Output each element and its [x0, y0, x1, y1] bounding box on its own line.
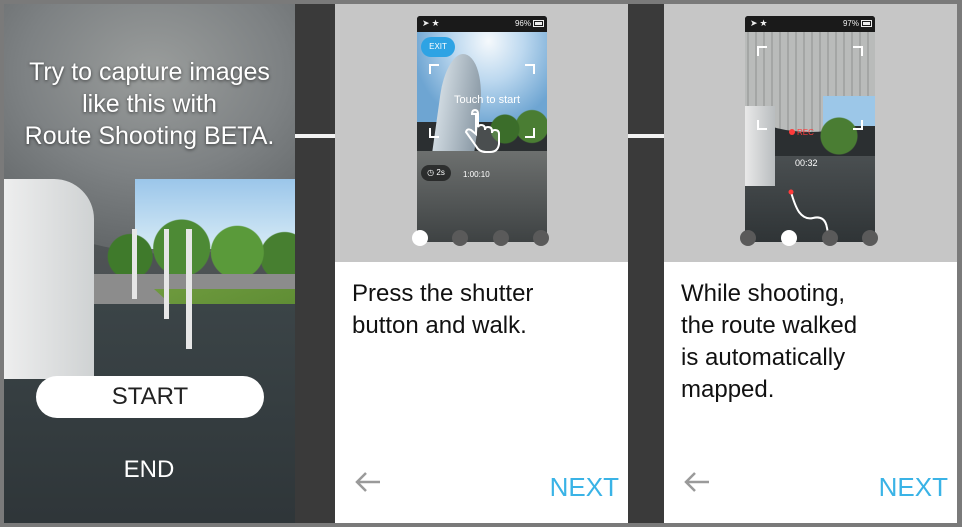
- divider-line: [295, 134, 335, 138]
- battery-percent: 97%: [842, 19, 859, 28]
- start-button[interactable]: START: [36, 376, 264, 418]
- battery-icon: [861, 20, 872, 27]
- route-start-point: [788, 189, 794, 195]
- rec-indicator: REC: [789, 127, 823, 139]
- page-dot: [740, 230, 756, 246]
- description-line: button and walk.: [352, 312, 527, 339]
- page-dot: [822, 230, 838, 246]
- back-arrow-icon[interactable]: [682, 468, 714, 498]
- step-description: While shooting, the route walked is auto…: [681, 278, 941, 406]
- battery-percent: 96%: [514, 19, 531, 28]
- divider: [295, 4, 335, 523]
- description-line: While shooting,: [681, 280, 846, 307]
- status-bar: ➤★ 96%: [417, 16, 547, 32]
- scene-trees: [815, 116, 875, 156]
- clock-icon: ◷: [427, 168, 435, 177]
- background-wall: [4, 179, 94, 379]
- intro-title-line: Try to capture images: [29, 58, 270, 86]
- page-indicator: [335, 228, 628, 248]
- exit-button[interactable]: EXIT: [421, 37, 455, 57]
- divider-line: [628, 134, 664, 138]
- timer-value: 1:00:10: [463, 170, 490, 179]
- intro-title-line: Route Shooting BETA.: [24, 122, 275, 150]
- tutorial-step-2: ➤★ 97% REC 00:32 While shooting, the rou…: [664, 4, 957, 523]
- location-icon: ➤★: [422, 18, 442, 28]
- frame-corner: [429, 64, 439, 74]
- interval-chip[interactable]: ◷ 2s: [421, 165, 451, 181]
- battery-icon: [533, 20, 544, 27]
- page-indicator: [664, 228, 957, 248]
- description-line: is automatically: [681, 344, 846, 371]
- record-dot-icon: [789, 129, 795, 135]
- frame-corner: [853, 120, 863, 130]
- rec-label: REC: [797, 128, 814, 137]
- description-line: mapped.: [681, 376, 775, 403]
- location-icon: ➤★: [750, 18, 770, 28]
- frame-corner: [757, 46, 767, 56]
- background-pillar: [186, 229, 192, 349]
- page-dot: [493, 230, 509, 246]
- page-dot: [862, 230, 878, 246]
- preview-area: ➤★ 97% REC 00:32: [664, 4, 957, 262]
- frame-corner: [525, 64, 535, 74]
- page-dot: [452, 230, 468, 246]
- intro-panel: Try to capture images like this with Rou…: [4, 4, 295, 523]
- frame-corner: [429, 128, 439, 138]
- frame-corner: [853, 46, 863, 56]
- divider: [628, 4, 664, 523]
- back-arrow-icon[interactable]: [353, 468, 385, 498]
- step-description: Press the shutter button and walk.: [352, 278, 612, 342]
- preview-area: ➤★ 96% EXIT Touch to start ◷ 2s 1:00:10: [335, 4, 628, 262]
- tutorial-step-1: ➤★ 96% EXIT Touch to start ◷ 2s 1:00:10 …: [335, 4, 628, 523]
- end-button[interactable]: END: [99, 454, 199, 486]
- next-button[interactable]: NEXT: [550, 472, 619, 502]
- page-dot: [533, 230, 549, 246]
- tutorial-screens: Try to capture images like this with Rou…: [0, 0, 962, 527]
- description-line: the route walked: [681, 312, 858, 339]
- page-dot: [412, 230, 428, 246]
- next-button[interactable]: NEXT: [879, 472, 948, 502]
- intro-title: Try to capture images like this with Rou…: [4, 56, 295, 152]
- hand-pointer-icon: [462, 106, 502, 156]
- description-line: Press the shutter: [352, 280, 534, 307]
- frame-corner: [525, 128, 535, 138]
- status-bar: ➤★ 97%: [745, 16, 875, 32]
- background-pillar: [132, 229, 137, 299]
- phone-preview: ➤★ 96% EXIT Touch to start ◷ 2s 1:00:10: [417, 16, 547, 242]
- interval-value: 2s: [436, 168, 445, 177]
- phone-preview: ➤★ 97% REC 00:32: [745, 16, 875, 242]
- background-pillar: [164, 229, 169, 319]
- frame-corner: [757, 120, 767, 130]
- intro-title-line: like this with: [82, 90, 217, 118]
- page-dot: [781, 230, 797, 246]
- touch-to-start-text[interactable]: Touch to start: [437, 94, 537, 106]
